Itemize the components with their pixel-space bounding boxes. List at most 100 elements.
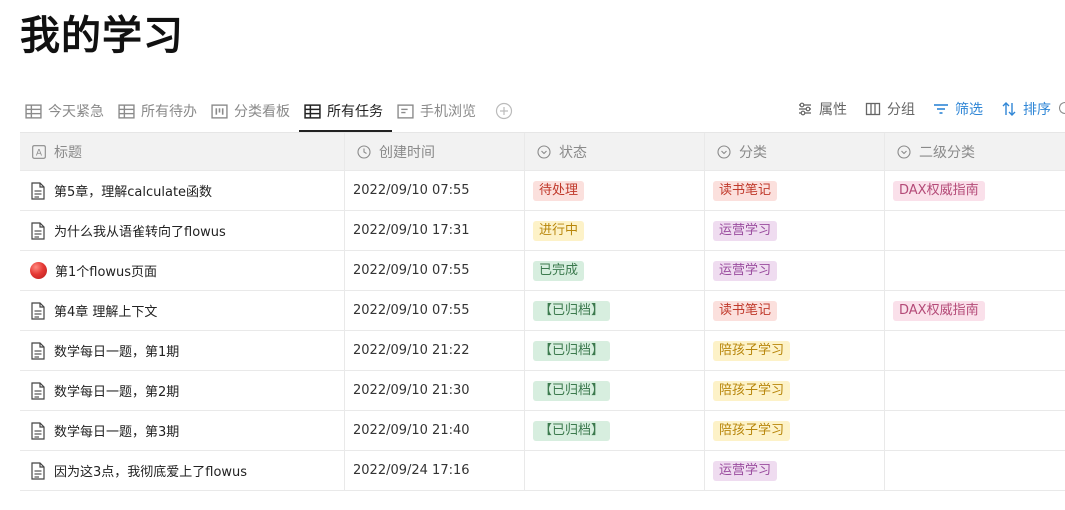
tab-mobile-browse[interactable]: 手机浏览	[392, 92, 485, 130]
status-cell[interactable]: 已完成	[525, 251, 705, 290]
category-tag[interactable]: 陪孩子学习	[713, 380, 791, 401]
row-title[interactable]: 数学每日一题，第3期	[54, 421, 179, 440]
category-cell[interactable]: 运营学习	[705, 251, 885, 290]
title-cell[interactable]: 第5章，理解calculate函数	[20, 171, 345, 210]
table-row[interactable]: 因为这3点，我彻底爱上了flowus 2022/09/24 17:16 运营学习	[20, 451, 1065, 491]
title-cell[interactable]: 数学每日一题，第2期	[20, 371, 345, 410]
properties-button[interactable]: 属性	[797, 99, 847, 119]
status-tag[interactable]: 【已归档】	[533, 420, 611, 441]
column-header-status[interactable]: 状态	[525, 133, 705, 170]
select-property-icon	[717, 144, 731, 159]
table-row[interactable]: 数学每日一题，第3期 2022/09/10 21:40 【已归档】 陪孩子学习	[20, 411, 1065, 451]
subcategory-cell[interactable]: DAX权威指南	[885, 291, 1065, 330]
status-cell[interactable]: 【已归档】	[525, 291, 705, 330]
subcategory-cell[interactable]	[885, 331, 1065, 370]
sort-label: 排序	[1023, 102, 1051, 118]
status-cell[interactable]	[525, 451, 705, 490]
created-cell[interactable]: 2022/09/10 17:31	[345, 211, 525, 250]
title-cell[interactable]: 数学每日一题，第3期	[20, 411, 345, 450]
table-row[interactable]: 数学每日一题，第1期 2022/09/10 21:22 【已归档】 陪孩子学习	[20, 331, 1065, 371]
subcategory-cell[interactable]	[885, 251, 1065, 290]
status-cell[interactable]: 【已归档】	[525, 371, 705, 410]
category-tag[interactable]: 陪孩子学习	[713, 420, 791, 441]
category-tag[interactable]: 读书笔记	[713, 300, 778, 321]
category-tag[interactable]: 读书笔记	[713, 180, 778, 201]
status-cell[interactable]: 【已归档】	[525, 331, 705, 370]
subcategory-cell[interactable]: DAX权威指南	[885, 171, 1065, 210]
table-row[interactable]: 为什么我从语雀转向了flowus 2022/09/10 17:31 进行中 运营学习	[20, 211, 1065, 251]
status-cell[interactable]: 进行中	[525, 211, 705, 250]
tab-label: 手机浏览	[420, 104, 476, 120]
column-header-created[interactable]: 创建时间	[345, 133, 525, 170]
category-cell[interactable]: 陪孩子学习	[705, 331, 885, 370]
row-title[interactable]: 为什么我从语雀转向了flowus	[54, 221, 226, 240]
category-cell[interactable]: 读书笔记	[705, 291, 885, 330]
row-title[interactable]: 第1个flowus页面	[55, 261, 157, 280]
table-row[interactable]: 第1个flowus页面 2022/09/10 07:55 已完成 运营学习	[20, 251, 1065, 291]
category-cell[interactable]: 陪孩子学习	[705, 371, 885, 410]
row-title[interactable]: 第5章，理解calculate函数	[54, 181, 212, 200]
tasks-table: A 标题 创建时间 状态 分类 二级分类 第5章，理解calculate函数 20…	[20, 132, 1065, 491]
status-tag[interactable]: 【已归档】	[533, 340, 611, 361]
created-cell[interactable]: 2022/09/10 07:55	[345, 251, 525, 290]
category-cell[interactable]: 读书笔记	[705, 171, 885, 210]
subcategory-tag[interactable]: DAX权威指南	[893, 180, 985, 201]
created-cell[interactable]: 2022/09/10 21:40	[345, 411, 525, 450]
title-cell[interactable]: 数学每日一题，第1期	[20, 331, 345, 370]
sort-button[interactable]: 排序	[1001, 99, 1051, 119]
title-cell[interactable]: 第4章 理解上下文	[20, 291, 345, 330]
column-header-subcategory[interactable]: 二级分类	[885, 133, 1065, 170]
category-tag[interactable]: 运营学习	[713, 220, 778, 241]
status-tag[interactable]: 已完成	[533, 260, 585, 281]
subcategory-cell[interactable]	[885, 411, 1065, 450]
table-row[interactable]: 第5章，理解calculate函数 2022/09/10 07:55 待处理 读书笔记…	[20, 171, 1065, 211]
tab-all-tasks[interactable]: 所有任务	[299, 92, 392, 132]
subcategory-cell[interactable]	[885, 211, 1065, 250]
document-icon	[31, 181, 45, 200]
tab-all-todo[interactable]: 所有待办	[113, 92, 206, 130]
column-header-title[interactable]: A 标题	[20, 133, 345, 170]
filter-button[interactable]: 筛选	[933, 99, 983, 119]
category-tag[interactable]: 运营学习	[713, 460, 778, 481]
row-title[interactable]: 第4章 理解上下文	[54, 301, 157, 320]
status-tag[interactable]: 【已归档】	[533, 300, 611, 321]
column-header-label: 标题	[54, 144, 82, 161]
column-header-category[interactable]: 分类	[705, 133, 885, 170]
title-cell[interactable]: 因为这3点，我彻底爱上了flowus	[20, 451, 345, 490]
category-tag[interactable]: 运营学习	[713, 260, 778, 281]
tab-today-urgent[interactable]: 今天紧急	[20, 92, 113, 130]
clock-icon	[357, 144, 371, 159]
text-property-icon: A	[32, 144, 46, 159]
category-cell[interactable]: 陪孩子学习	[705, 411, 885, 450]
row-title[interactable]: 数学每日一题，第1期	[54, 341, 179, 360]
created-cell[interactable]: 2022/09/10 21:22	[345, 331, 525, 370]
status-tag[interactable]: 进行中	[533, 220, 585, 241]
status-tag[interactable]: 【已归档】	[533, 380, 611, 401]
add-view-icon[interactable]	[495, 102, 513, 120]
title-cell[interactable]: 为什么我从语雀转向了flowus	[20, 211, 345, 250]
created-cell[interactable]: 2022/09/10 07:55	[345, 291, 525, 330]
category-cell[interactable]: 运营学习	[705, 211, 885, 250]
table-row[interactable]: 数学每日一题，第2期 2022/09/10 21:30 【已归档】 陪孩子学习	[20, 371, 1065, 411]
category-tag[interactable]: 陪孩子学习	[713, 340, 791, 361]
table-row[interactable]: 第4章 理解上下文 2022/09/10 07:55 【已归档】 读书笔记 DAX权威指…	[20, 291, 1065, 331]
group-button[interactable]: 分组	[865, 99, 915, 119]
subcategory-cell[interactable]	[885, 451, 1065, 490]
subcategory-tag[interactable]: DAX权威指南	[893, 300, 985, 321]
page-title: 我的学习	[20, 13, 184, 59]
subcategory-cell[interactable]	[885, 371, 1065, 410]
category-cell[interactable]: 运营学习	[705, 451, 885, 490]
status-cell[interactable]: 待处理	[525, 171, 705, 210]
more-icon[interactable]	[1059, 102, 1065, 114]
created-cell[interactable]: 2022/09/24 17:16	[345, 451, 525, 490]
row-title[interactable]: 数学每日一题，第2期	[54, 381, 179, 400]
tab-category-board[interactable]: 分类看板	[206, 92, 299, 130]
title-cell[interactable]: 第1个flowus页面	[20, 251, 345, 290]
status-cell[interactable]: 【已归档】	[525, 411, 705, 450]
created-cell[interactable]: 2022/09/10 21:30	[345, 371, 525, 410]
column-header-label: 二级分类	[919, 144, 975, 161]
filter-label: 筛选	[955, 102, 983, 118]
row-title[interactable]: 因为这3点，我彻底爱上了flowus	[54, 461, 247, 480]
created-cell[interactable]: 2022/09/10 07:55	[345, 171, 525, 210]
status-tag[interactable]: 待处理	[533, 180, 585, 201]
